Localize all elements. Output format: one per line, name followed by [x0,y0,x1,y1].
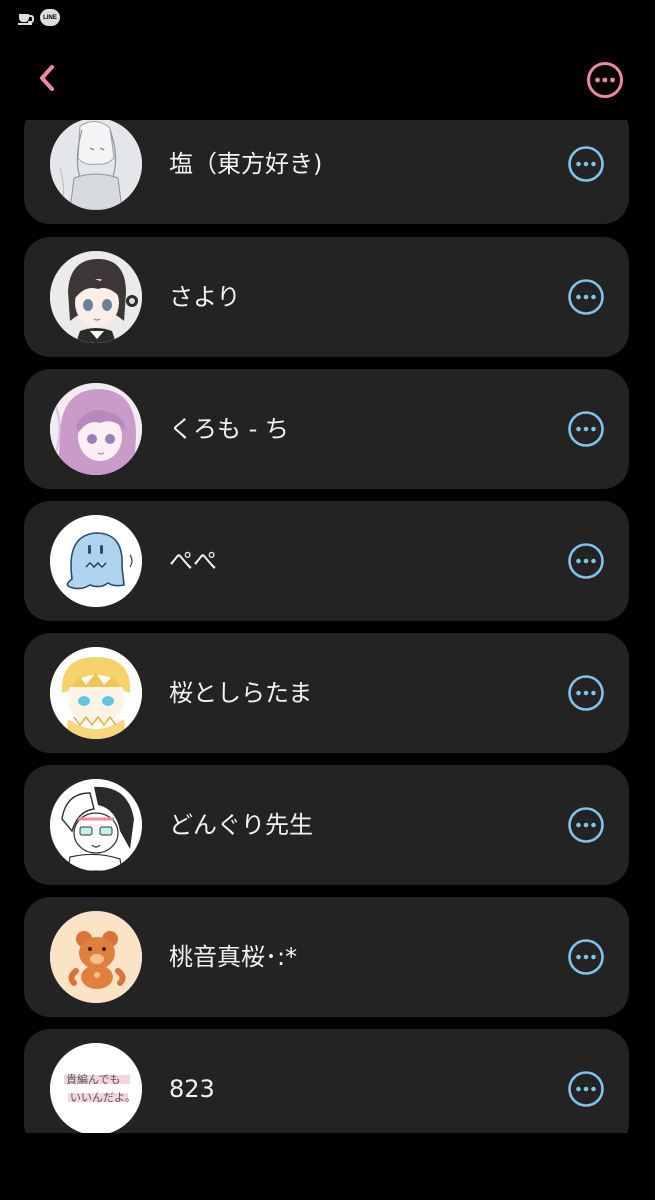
list-item[interactable]: くろも - ち [24,369,629,489]
more-horizontal-circle-icon [568,279,604,315]
chevron-left-icon [40,65,54,91]
more-horizontal-circle-icon [568,146,604,182]
more-options-button[interactable] [567,145,605,183]
more-horizontal-circle-icon [568,939,604,975]
avatar: 貴編んでも いいんだよ。 [50,1043,142,1133]
avatar-anime-girl-pink-hair [50,383,142,475]
avatar [50,383,142,475]
list-item[interactable]: どんぐり先生 [24,765,629,885]
more-options-button[interactable] [567,1070,605,1108]
more-horizontal-circle-icon [587,62,623,98]
more-horizontal-circle-icon [568,675,604,711]
avatar-sketch-dark-hair-glasses [50,779,142,871]
avatar [50,779,142,871]
more-options-button[interactable] [567,938,605,976]
more-options-button[interactable] [567,542,605,580]
avatar-text-line-2: いいんだよ。 [70,1091,136,1104]
avatar-handwritten-text: 貴編んでも いいんだよ。 [50,1043,142,1133]
friend-name: 桜としらたま [169,679,313,707]
more-options-button[interactable] [567,278,605,316]
more-options-button[interactable] [567,674,605,712]
header-more-button[interactable] [586,61,624,99]
more-horizontal-circle-icon [568,543,604,579]
more-horizontal-circle-icon [568,411,604,447]
back-button[interactable] [30,58,66,98]
line-app-icon: LINE [40,9,60,26]
more-options-button[interactable] [567,806,605,844]
friend-name: 桃音真桜･:* [169,943,298,971]
more-horizontal-circle-icon [568,807,604,843]
avatar [50,251,142,343]
avatar [50,911,142,1003]
friend-name: 823 [169,1075,215,1103]
avatar [50,515,142,607]
avatar-anime-girl-headphones [50,251,142,343]
status-icons: LINE [18,9,60,26]
more-options-button[interactable] [567,410,605,448]
list-item[interactable]: 桜としらたま [24,633,629,753]
avatar [50,647,142,739]
list-item[interactable]: さより [24,237,629,357]
friend-name: どんぐり先生 [169,811,313,839]
header [0,46,655,112]
friends-list-screen: LINE 塩（東方好き) さより くろも - ち ぺぺ 桜としらたま どんぐり先… [0,0,655,1200]
avatar [50,120,142,210]
avatar-blue-ghost-creature [50,515,142,607]
list-item[interactable]: 桃音真桜･:* [24,897,629,1017]
list-item[interactable]: 塩（東方好き) [24,120,629,224]
more-horizontal-circle-icon [568,1071,604,1107]
list-item[interactable]: 貴編んでも いいんだよ。 823 [24,1029,629,1133]
avatar-text-line-1: 貴編んでも [66,1072,120,1086]
status-bar: LINE [0,0,655,36]
coffee-cup-icon [18,11,34,25]
friend-list[interactable]: 塩（東方好き) さより くろも - ち ぺぺ 桜としらたま どんぐり先生 桃音真… [0,120,655,1133]
friend-name: 塩（東方好き) [169,150,323,178]
avatar-sketch-girl-gray [50,120,142,210]
friend-name: ぺぺ [169,547,217,575]
avatar-blonde-boy-blue-eyes [50,647,142,739]
friend-name: さより [169,283,241,311]
friend-name: くろも - ち [169,415,289,443]
list-item[interactable]: ぺぺ [24,501,629,621]
line-icon-text: LINE [43,14,57,21]
avatar-orange-bear [50,911,142,1003]
